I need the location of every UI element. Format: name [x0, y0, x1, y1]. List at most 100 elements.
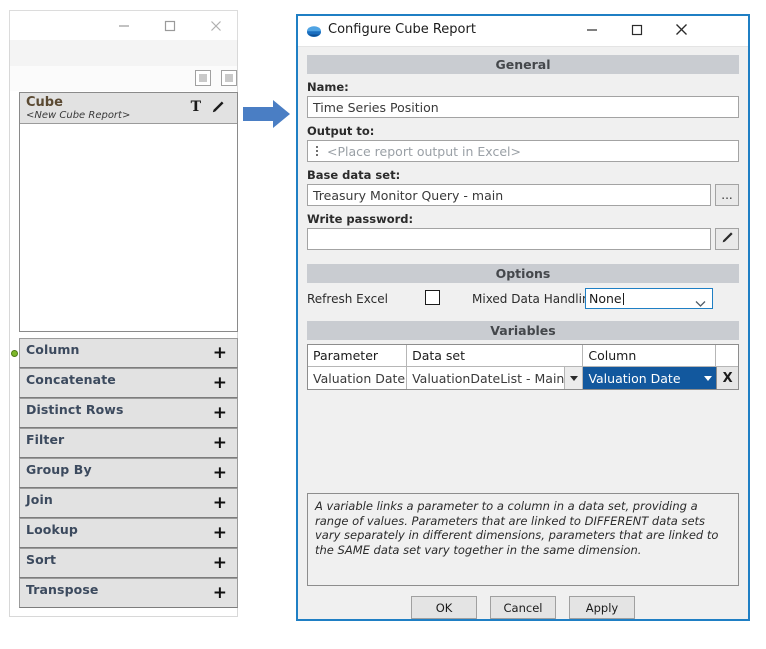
write-password-label: Write password:: [307, 212, 414, 226]
name-input[interactable]: Time Series Position: [307, 96, 739, 118]
base-data-set-row: Treasury Monitor Query - main ...: [307, 184, 739, 206]
right-arrow-icon: [243, 100, 291, 132]
maximize-icon: [631, 21, 643, 40]
operation-label: Sort: [26, 552, 57, 567]
column-header-parameter: Parameter: [308, 345, 408, 366]
pencil-icon[interactable]: [210, 100, 225, 119]
ok-button[interactable]: OK: [411, 596, 477, 619]
add-operation-button[interactable]: +: [213, 495, 227, 512]
add-operation-button[interactable]: +: [213, 435, 227, 452]
options-row: Refresh Excel Mixed Data Handling None: [307, 287, 739, 313]
mixed-data-handling-select[interactable]: None: [585, 288, 713, 309]
drag-dots-icon[interactable]: [311, 146, 323, 156]
operation-label: Group By: [26, 462, 92, 477]
mixed-data-handling-value: None: [589, 291, 622, 306]
base-data-set-input[interactable]: Treasury Monitor Query - main: [307, 184, 711, 206]
operation-label: Lookup: [26, 522, 78, 537]
operation-row-lookup[interactable]: Lookup +: [19, 518, 238, 548]
operation-row-join[interactable]: Join +: [19, 488, 238, 518]
operation-label: Transpose: [26, 582, 99, 597]
column-header-column: Column: [583, 345, 717, 366]
add-operation-button[interactable]: +: [213, 345, 227, 362]
column-header-actions: [716, 345, 738, 366]
operation-row-concatenate[interactable]: Concatenate +: [19, 368, 238, 398]
refresh-excel-checkbox[interactable]: [425, 290, 440, 305]
dialog-title: Configure Cube Report: [328, 22, 476, 37]
cell-data-set-value: ValuationDateList - Main: [412, 370, 565, 386]
operation-label: Distinct Rows: [26, 402, 124, 417]
operation-label: Column: [26, 342, 80, 357]
minimize-icon: [118, 20, 130, 32]
operation-row-filter[interactable]: Filter +: [19, 428, 238, 458]
add-operation-button[interactable]: +: [213, 375, 227, 392]
output-to-input[interactable]: <Place report output in Excel>: [307, 140, 739, 162]
delete-variable-button[interactable]: X: [716, 367, 738, 389]
column-header-data-set: Data set: [407, 345, 584, 366]
cube-card-area: Cube <New Cube Report> T: [19, 92, 238, 332]
variables-table-header: Parameter Data set Column: [308, 345, 738, 366]
status-dot-icon: [11, 350, 18, 357]
column-dropdown-arrow-icon[interactable]: [698, 367, 717, 389]
refresh-excel-label: Refresh Excel: [307, 292, 388, 306]
cell-column[interactable]: Valuation Date: [583, 367, 717, 389]
operation-row-group-by[interactable]: Group By +: [19, 458, 238, 488]
square-glyph-icon: [199, 74, 207, 82]
apply-button[interactable]: Apply: [569, 596, 635, 619]
table-row[interactable]: Valuation Date ValuationDateList - Main …: [308, 366, 738, 389]
close-button[interactable]: [193, 11, 239, 40]
configure-cube-report-dialog: Configure Cube Report General Name: Time: [296, 14, 750, 621]
base-data-set-browse-button[interactable]: ...: [715, 184, 739, 206]
section-header-variables: Variables: [307, 321, 739, 340]
operation-row-transpose[interactable]: Transpose +: [19, 578, 238, 608]
panel-square-button-1[interactable]: [195, 70, 211, 86]
cube-card[interactable]: Cube <New Cube Report> T: [20, 93, 237, 124]
cell-data-set[interactable]: ValuationDateList - Main: [407, 367, 584, 389]
cancel-button[interactable]: Cancel: [490, 596, 556, 619]
description-text: A variable links a parameter to a column…: [307, 493, 739, 586]
cell-column-value: Valuation Date: [588, 370, 681, 386]
output-to-placeholder: <Place report output in Excel>: [327, 143, 521, 159]
cell-parameter[interactable]: Valuation Date: [308, 367, 408, 389]
write-password-edit-button[interactable]: [715, 228, 739, 250]
cube-card-subtitle: <New Cube Report>: [26, 110, 131, 121]
pencil-icon: [720, 231, 734, 248]
operation-row-column[interactable]: Column +: [11, 338, 238, 368]
variables-table: Parameter Data set Column Valuation Date…: [307, 344, 739, 390]
maximize-icon: [164, 20, 176, 32]
close-icon: [210, 20, 222, 32]
dialog-body: General Name: Time Series Position Outpu…: [298, 55, 748, 619]
square-glyph-icon: [225, 74, 233, 82]
panel-square-button-2[interactable]: [221, 70, 237, 86]
operations-list: Column + Concatenate + Distinct Rows + F…: [11, 338, 238, 608]
add-operation-button[interactable]: +: [213, 525, 227, 542]
dialog-minimize-button[interactable]: [569, 16, 614, 45]
maximize-button[interactable]: [147, 11, 193, 40]
section-header-general: General: [307, 55, 739, 74]
mixed-data-handling-label: Mixed Data Handling: [472, 292, 598, 306]
left-window-toolbar: [10, 66, 237, 91]
add-operation-button[interactable]: +: [213, 555, 227, 572]
operation-label: Join: [26, 492, 53, 507]
cube-card-title: Cube: [26, 95, 63, 110]
dialog-maximize-button[interactable]: [614, 16, 659, 45]
add-operation-button[interactable]: +: [213, 585, 227, 602]
add-operation-button[interactable]: +: [213, 405, 227, 422]
text-tool-icon[interactable]: T: [191, 99, 201, 115]
globe-icon: [306, 23, 322, 43]
write-password-input[interactable]: [307, 228, 711, 250]
output-to-label: Output to:: [307, 124, 375, 138]
name-label: Name:: [307, 80, 349, 94]
write-password-row: [307, 228, 739, 250]
operation-row-sort[interactable]: Sort +: [19, 548, 238, 578]
left-window-subbar: [10, 40, 237, 67]
minimize-button[interactable]: [101, 11, 147, 40]
text-caret: [622, 292, 624, 305]
data-set-dropdown-arrow-icon[interactable]: [564, 367, 583, 389]
add-operation-button[interactable]: +: [213, 465, 227, 482]
operation-row-distinct-rows[interactable]: Distinct Rows +: [19, 398, 238, 428]
operation-label: Filter: [26, 432, 65, 447]
screen-root: Cube <New Cube Report> T Column + Concat…: [0, 0, 766, 649]
dialog-close-button[interactable]: [659, 16, 704, 45]
minimize-icon: [586, 21, 598, 40]
variables-empty-space: [298, 390, 748, 487]
